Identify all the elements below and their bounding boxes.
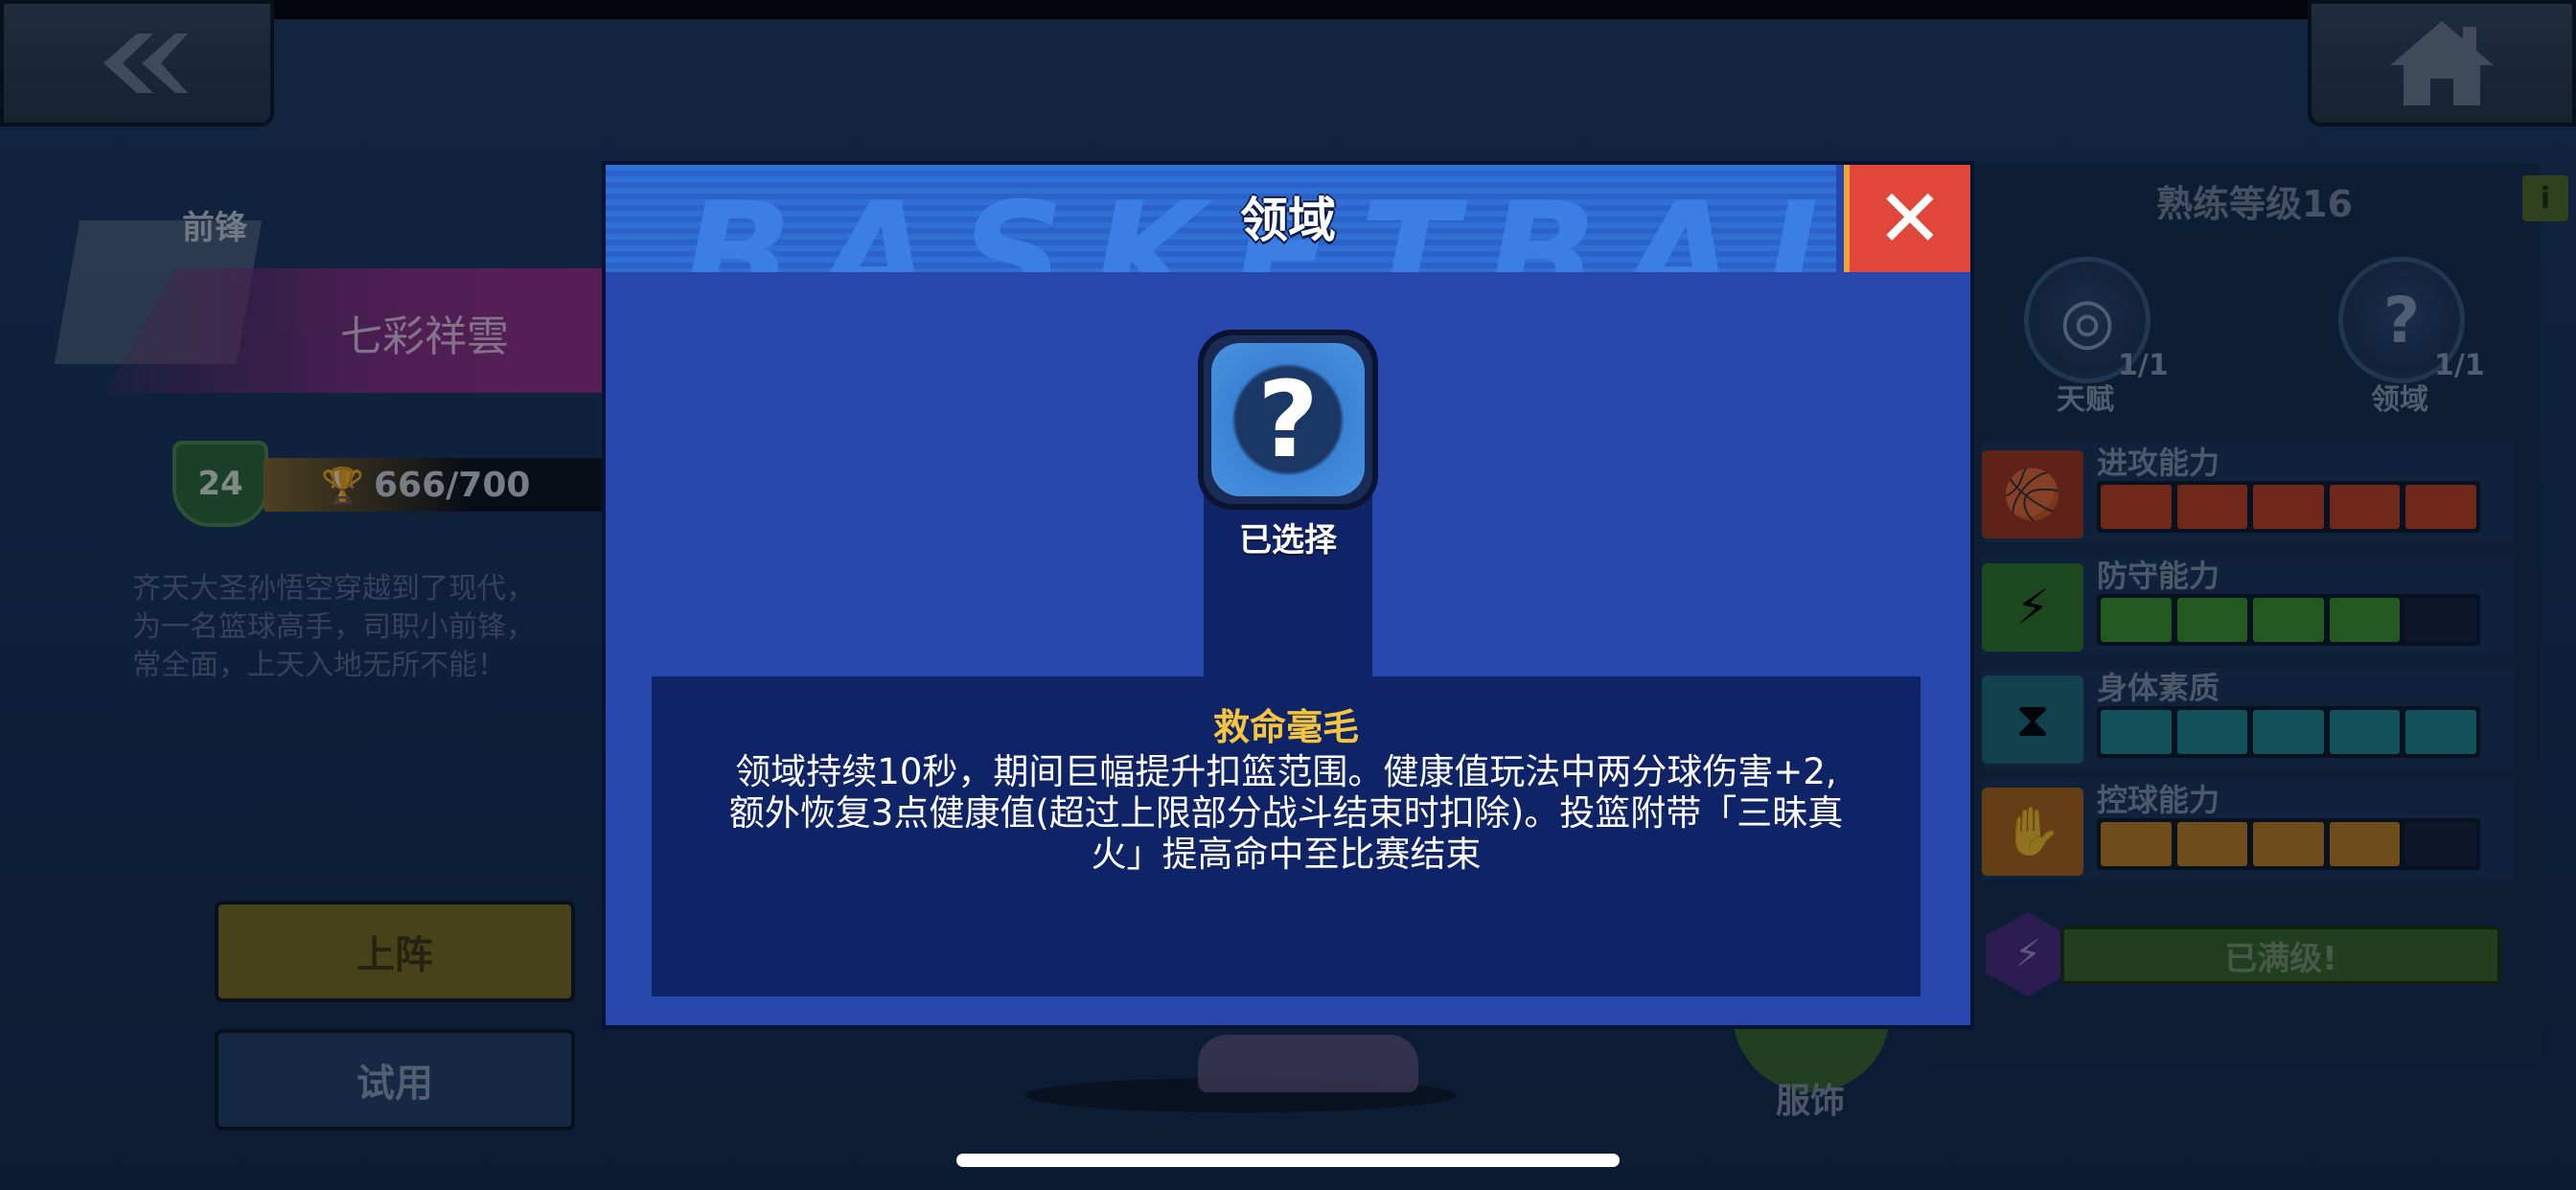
- skill-tile-inner: ?: [1211, 343, 1365, 496]
- skill-description-line: 领域持续10秒，期间巨幅提升扣篮范围。健康值玩法中两分球伤害+2,: [735, 751, 1837, 792]
- close-button[interactable]: ✕: [1844, 165, 1970, 272]
- swirl-question-icon: ?: [1257, 358, 1319, 481]
- close-icon: ✕: [1875, 172, 1944, 265]
- home-indicator[interactable]: [956, 1154, 1620, 1167]
- skill-name: 救命毫毛: [1212, 706, 1359, 748]
- domain-skill-dialog: BASKETBALL 领域 ✕ ? 已选择 救命毫毛 领域持续10秒，期间巨幅提…: [602, 161, 1974, 1029]
- skill-description-line: 火」提高命中至比赛结束: [1091, 834, 1482, 875]
- dialog-title: 领域: [1240, 193, 1336, 248]
- selected-label: 已选择: [1239, 521, 1337, 560]
- skill-description: 领域持续10秒，期间巨幅提升扣篮范围。健康值玩法中两分球伤害+2, 额外恢复3点…: [690, 751, 1882, 875]
- skill-description-box: 救命毫毛 领域持续10秒，期间巨幅提升扣篮范围。健康值玩法中两分球伤害+2, 额…: [652, 676, 1920, 996]
- skill-description-line: 额外恢复3点健康值(超过上限部分战斗结束时扣除)。投篮附带「三昧真: [728, 792, 1844, 834]
- domain-skill-tile[interactable]: ?: [1198, 330, 1378, 510]
